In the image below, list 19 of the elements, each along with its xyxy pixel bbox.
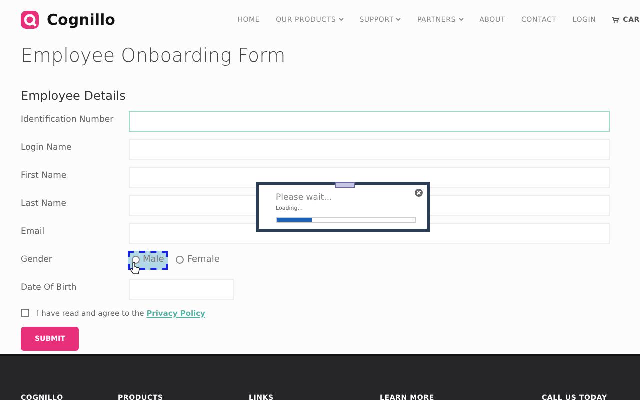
cart-icon (612, 17, 620, 23)
brand-name[interactable]: Cognillo (47, 8, 116, 32)
section-title: Employee Details (21, 88, 127, 104)
page-title: Employee Onboarding Form (21, 44, 287, 69)
field-label: Date Of Birth (21, 282, 78, 294)
close-icon[interactable] (415, 188, 423, 197)
agree-checkbox[interactable] (21, 309, 29, 318)
hand-cursor-icon (130, 262, 140, 275)
field-label: Last Name (21, 198, 68, 210)
dialog-title: Please wait... (276, 192, 332, 205)
logo-icon (21, 11, 39, 29)
drag-handle[interactable] (335, 182, 355, 188)
field-label: First Name (21, 170, 68, 182)
field-label: Login Name (21, 142, 73, 154)
field-label: Identification Number (21, 114, 115, 126)
input-field[interactable] (129, 110, 610, 132)
field-label: Gender (21, 254, 54, 266)
field-label: Email (21, 226, 46, 238)
radio-option[interactable]: Female (172, 250, 224, 270)
